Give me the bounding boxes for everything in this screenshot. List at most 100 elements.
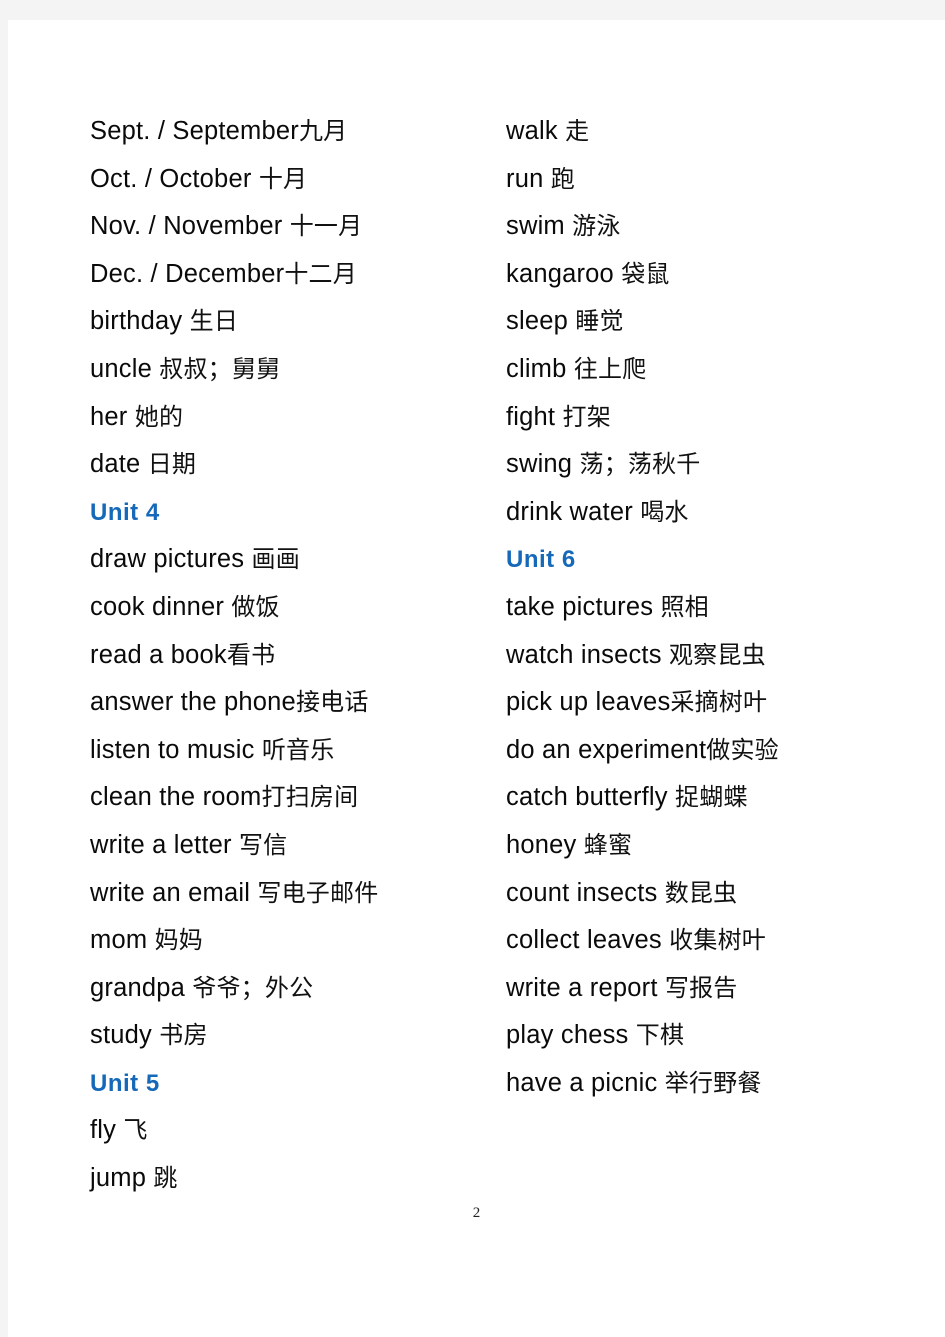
entry-english: grandpa xyxy=(90,973,185,1002)
entry-english: draw pictures xyxy=(90,545,245,574)
entry-chinese: 十月 xyxy=(258,164,308,193)
vocabulary-entry: her 她的 xyxy=(90,394,490,442)
entry-english: catch butterfly xyxy=(506,783,668,812)
entry-chinese: 往上爬 xyxy=(573,354,647,383)
entry-english: jump xyxy=(90,1164,147,1193)
entry-english: uncle xyxy=(90,354,152,383)
entry-chinese: 爷爷；外公 xyxy=(192,973,314,1002)
entry-english: mom xyxy=(90,926,148,955)
entry-chinese: 举行野餐 xyxy=(664,1068,762,1097)
entry-chinese: 捉蝴蝶 xyxy=(675,783,748,812)
vocabulary-entry: write a report 写报告 xyxy=(506,965,906,1013)
vocabulary-entry: fly 飞 xyxy=(90,1107,490,1155)
entry-chinese: 照相 xyxy=(660,592,709,621)
vocabulary-entry: catch butterfly 捉蝴蝶 xyxy=(506,774,906,822)
vocabulary-entry: date 日期 xyxy=(90,441,490,489)
entry-chinese: 数昆虫 xyxy=(664,878,738,907)
entry-english: her xyxy=(90,402,128,431)
entry-chinese: 做实验 xyxy=(706,735,779,764)
unit-heading: Unit 5 xyxy=(90,1060,490,1108)
entry-english: Oct. / October xyxy=(90,164,252,193)
entry-english: Unit 5 xyxy=(90,1069,160,1097)
entry-english: read a book xyxy=(90,640,227,669)
entry-chinese: 跑 xyxy=(550,164,575,193)
vocabulary-entry: jump 跳 xyxy=(90,1155,490,1203)
entry-english: walk xyxy=(506,117,558,145)
vocabulary-entry: swing 荡；荡秋千 xyxy=(506,441,906,489)
vocabulary-entry: climb 往上爬 xyxy=(506,346,906,394)
vocabulary-entry: swim 游泳 xyxy=(506,203,906,251)
page-number: 2 xyxy=(472,1205,481,1221)
vocabulary-columns: Sept. / September九月 Oct. / October 十月 Nov.… xyxy=(8,20,945,1200)
entry-english: clean the room xyxy=(90,783,262,812)
scan-margin-top xyxy=(0,0,945,20)
vocabulary-entry: read a book看书 xyxy=(90,632,490,680)
entry-chinese: 收集树叶 xyxy=(669,926,766,955)
entry-english: study xyxy=(90,1021,152,1050)
entry-english: Dec. / December xyxy=(90,259,285,288)
entry-english: play chess xyxy=(506,1021,629,1050)
entry-english: Unit 4 xyxy=(90,498,160,526)
entry-english: drink water xyxy=(506,497,633,526)
left-column: Sept. / September九月 Oct. / October 十月 Nov.… xyxy=(90,20,490,1200)
entry-chinese: 十二月 xyxy=(284,259,357,288)
unit-heading: Unit 6 xyxy=(506,536,906,584)
vocabulary-entry: watch insects 观察昆虫 xyxy=(506,632,906,680)
entry-chinese: 跳 xyxy=(153,1164,178,1193)
entry-english: swing xyxy=(506,450,573,479)
entry-english: watch insects xyxy=(506,640,662,669)
entry-chinese: 下棋 xyxy=(635,1021,685,1050)
entry-chinese: 写信 xyxy=(238,830,288,859)
scan-margin-left xyxy=(0,0,8,1337)
entry-chinese: 写报告 xyxy=(664,973,738,1002)
entry-english: kangaroo xyxy=(506,259,614,288)
entry-chinese: 书房 xyxy=(159,1021,208,1050)
vocabulary-entry: drink water 喝水 xyxy=(506,489,906,537)
vocabulary-entry: kangaroo 袋鼠 xyxy=(506,251,906,299)
vocabulary-entry: run 跑 xyxy=(506,156,906,204)
entry-chinese: 妈妈 xyxy=(154,926,203,955)
entry-english: date xyxy=(90,450,141,479)
entry-english: Sept. / September xyxy=(90,117,299,145)
entry-english: answer the phone xyxy=(90,688,296,717)
vocabulary-entry: answer the phone接电话 xyxy=(90,679,490,727)
entry-chinese: 十一月 xyxy=(289,212,363,241)
vocabulary-entry: collect leaves 收集树叶 xyxy=(506,917,906,965)
entry-chinese: 采摘树叶 xyxy=(670,688,768,717)
entry-chinese: 生日 xyxy=(189,307,239,336)
entry-chinese: 喝水 xyxy=(640,497,689,526)
vocabulary-entry: clean the room打扫房间 xyxy=(90,774,490,822)
entry-english: do an experiment xyxy=(506,735,707,764)
entry-english: pick up leaves xyxy=(506,688,671,717)
entry-english: write a report xyxy=(506,973,658,1002)
vocabulary-entry: Oct. / October 十月 xyxy=(90,156,490,204)
entry-english: Nov. / November xyxy=(90,212,283,241)
vocabulary-entry: walk 走 xyxy=(506,108,906,156)
entry-english: write a letter xyxy=(90,830,232,859)
vocabulary-entry: take pictures 照相 xyxy=(506,584,906,632)
entry-english: take pictures xyxy=(506,592,654,621)
entry-english: swim xyxy=(506,212,565,241)
document-page: Sept. / September九月 Oct. / October 十月 Nov.… xyxy=(8,20,945,1337)
entry-chinese: 她的 xyxy=(134,402,184,431)
entry-chinese: 荡；荡秋千 xyxy=(579,450,701,479)
entry-english: climb xyxy=(506,354,567,383)
entry-chinese: 打扫房间 xyxy=(261,783,359,812)
vocabulary-entry: write a letter 写信 xyxy=(90,822,490,870)
entry-english: write an email xyxy=(90,878,251,907)
vocabulary-entry: Sept. / September九月 xyxy=(90,108,490,156)
entry-chinese: 飞 xyxy=(123,1116,148,1145)
vocabulary-entry: sleep 睡觉 xyxy=(506,298,906,346)
entry-chinese: 打架 xyxy=(562,402,611,431)
vocabulary-entry: do an experiment做实验 xyxy=(506,727,906,775)
vocabulary-entry: Dec. / December十二月 xyxy=(90,251,490,299)
vocabulary-entry: count insects 数昆虫 xyxy=(506,870,906,918)
vocabulary-entry: mom 妈妈 xyxy=(90,917,490,965)
vocabulary-entry: cook dinner 做饭 xyxy=(90,584,490,632)
entry-english: have a picnic xyxy=(506,1068,658,1097)
entry-chinese: 叔叔；舅舅 xyxy=(159,354,281,383)
entry-english: fly xyxy=(90,1116,117,1145)
vocabulary-entry: draw pictures 画画 xyxy=(90,536,490,584)
entry-english: fight xyxy=(506,402,556,431)
entry-english: birthday xyxy=(90,307,183,336)
